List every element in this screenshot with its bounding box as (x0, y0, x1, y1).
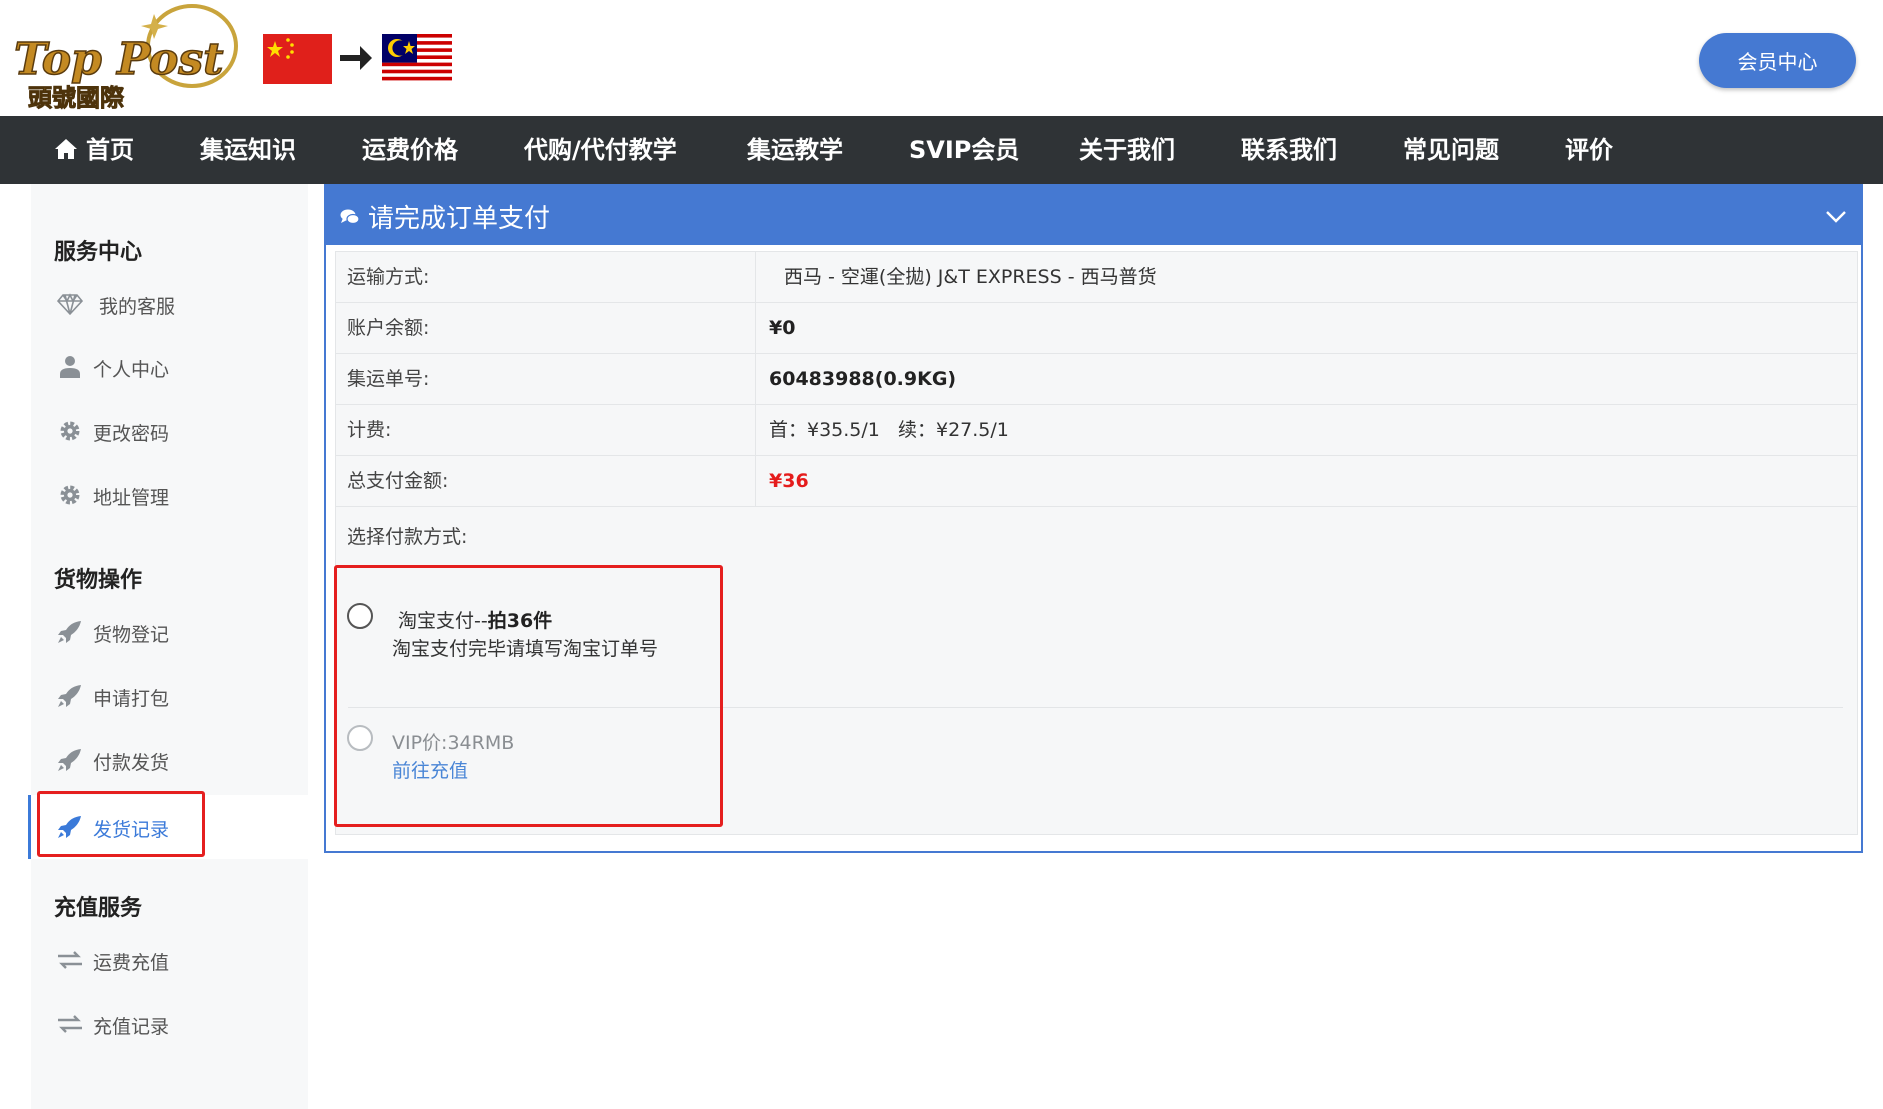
sidebar-item-label: 付款发货 (93, 752, 170, 774)
rocket-icon (58, 685, 81, 707)
sidebar-item-label: 申请打包 (93, 688, 170, 710)
nav-item-home[interactable]: 首页 (54, 116, 134, 184)
sidebar-section-title: 服务中心 (54, 240, 143, 265)
sidebar-item-label: 个人中心 (93, 359, 170, 381)
member-center-button[interactable]: 会员中心 (1699, 33, 1856, 88)
sidebar-item-label: 货物登记 (93, 624, 170, 646)
malaysia-flag-icon (382, 34, 452, 84)
nav-item-reviews[interactable]: 评价 (1565, 116, 1613, 184)
nav-item-knowledge[interactable]: 集运知识 (200, 116, 296, 184)
chevron-down-icon[interactable] (1825, 206, 1847, 226)
svg-text:頭號國際: 頭號國際 (28, 84, 124, 112)
shipment-number-value: 60483988(0.9KG) (769, 368, 957, 390)
rocket-icon (58, 621, 81, 643)
nav-item-about[interactable]: 关于我们 (1079, 116, 1175, 184)
row-label: 计费: (336, 405, 756, 455)
sidebar-item-change-password[interactable]: 更改密码 (31, 403, 308, 459)
main-nav: 首页 集运知识 运费价格 代购/代付教学 集运教学 SVIP会员 关于我们 联系… (0, 116, 1883, 184)
site-header: Top Post 頭號國際 会员中心 (0, 0, 1883, 116)
row-label: 总支付金额: (336, 456, 756, 506)
payment-method-label: 选择付款方式: (347, 526, 468, 548)
balance-value: ¥0 (769, 317, 796, 339)
sidebar-item-recharge-records[interactable]: 充值记录 (31, 996, 308, 1052)
sidebar-item-label: 运费充值 (93, 952, 170, 974)
fee-value: 首：¥35.5/1 续：¥27.5/1 (769, 419, 1009, 441)
highlight-box-payment-options (334, 565, 723, 827)
nav-item-svip[interactable]: SVIP会员 (909, 116, 1019, 184)
home-icon (55, 139, 77, 159)
panel-header[interactable]: 请完成订单支付 (326, 186, 1861, 245)
sidebar-item-address[interactable]: 地址管理 (31, 467, 308, 523)
sidebar-item-label: 地址管理 (93, 487, 170, 509)
sidebar-section-title: 充值服务 (54, 896, 143, 921)
china-flag-icon (263, 34, 332, 84)
top-post-logo[interactable]: Top Post 頭號國際 (14, 4, 239, 116)
rocket-icon (58, 749, 81, 771)
gear-icon (60, 421, 80, 441)
table-row: 运输方式: 西马 - 空運(全拋) J&T EXPRESS - 西马普货 (336, 252, 1857, 303)
sidebar-section-title: 货物操作 (54, 568, 143, 593)
sidebar-item-apply-packing[interactable]: 申请打包 (31, 668, 308, 724)
sidebar-item-label: 充值记录 (93, 1016, 170, 1038)
user-icon (60, 356, 80, 378)
table-row: 总支付金额: ¥36 (336, 456, 1857, 507)
sidebar-item-customer-service[interactable]: 我的客服 (31, 276, 308, 332)
sidebar-item-freight-recharge[interactable]: 运费充值 (31, 932, 308, 988)
sidebar-item-pay-ship[interactable]: 付款发货 (31, 732, 308, 788)
sidebar: 服务中心 我的客服 个人中心 更改密码 地址管理 货物操作 货物登记 申请打包 … (28, 184, 308, 1109)
table-row: 账户余额: ¥0 (336, 303, 1857, 354)
comments-icon (340, 209, 360, 225)
nav-item-purchase-tutorial[interactable]: 代购/代付教学 (524, 116, 677, 184)
nav-item-shipping-tutorial[interactable]: 集运教学 (747, 116, 843, 184)
row-label: 运输方式: (336, 252, 756, 302)
panel-title: 请完成订单支付 (368, 204, 551, 234)
svg-text:Top Post: Top Post (14, 34, 223, 85)
table-row: 集运单号: 60483988(0.9KG) (336, 354, 1857, 405)
nav-item-contact[interactable]: 联系我们 (1241, 116, 1337, 184)
table-row: 计费: 首：¥35.5/1 续：¥27.5/1 (336, 405, 1857, 456)
row-label: 账户余额: (336, 303, 756, 353)
row-label: 集运单号: (336, 354, 756, 404)
nav-label: 首页 (86, 136, 134, 164)
arrow-right-icon (340, 46, 372, 70)
gear-icon (60, 485, 80, 505)
active-indicator (28, 795, 31, 859)
sidebar-item-label: 更改密码 (93, 423, 170, 445)
highlight-box-sidebar (37, 791, 205, 857)
nav-item-pricing[interactable]: 运费价格 (362, 116, 458, 184)
exchange-icon (58, 1015, 82, 1033)
sidebar-item-profile[interactable]: 个人中心 (31, 339, 308, 395)
diamond-icon (57, 293, 83, 316)
sidebar-item-label: 我的客服 (99, 296, 176, 318)
exchange-icon (58, 951, 82, 969)
sidebar-item-goods-register[interactable]: 货物登记 (31, 604, 308, 660)
shipping-method-value: 西马 - 空運(全拋) J&T EXPRESS - 西马普货 (784, 266, 1157, 288)
nav-item-faq[interactable]: 常见问题 (1403, 116, 1499, 184)
total-amount-value: ¥36 (769, 470, 809, 492)
